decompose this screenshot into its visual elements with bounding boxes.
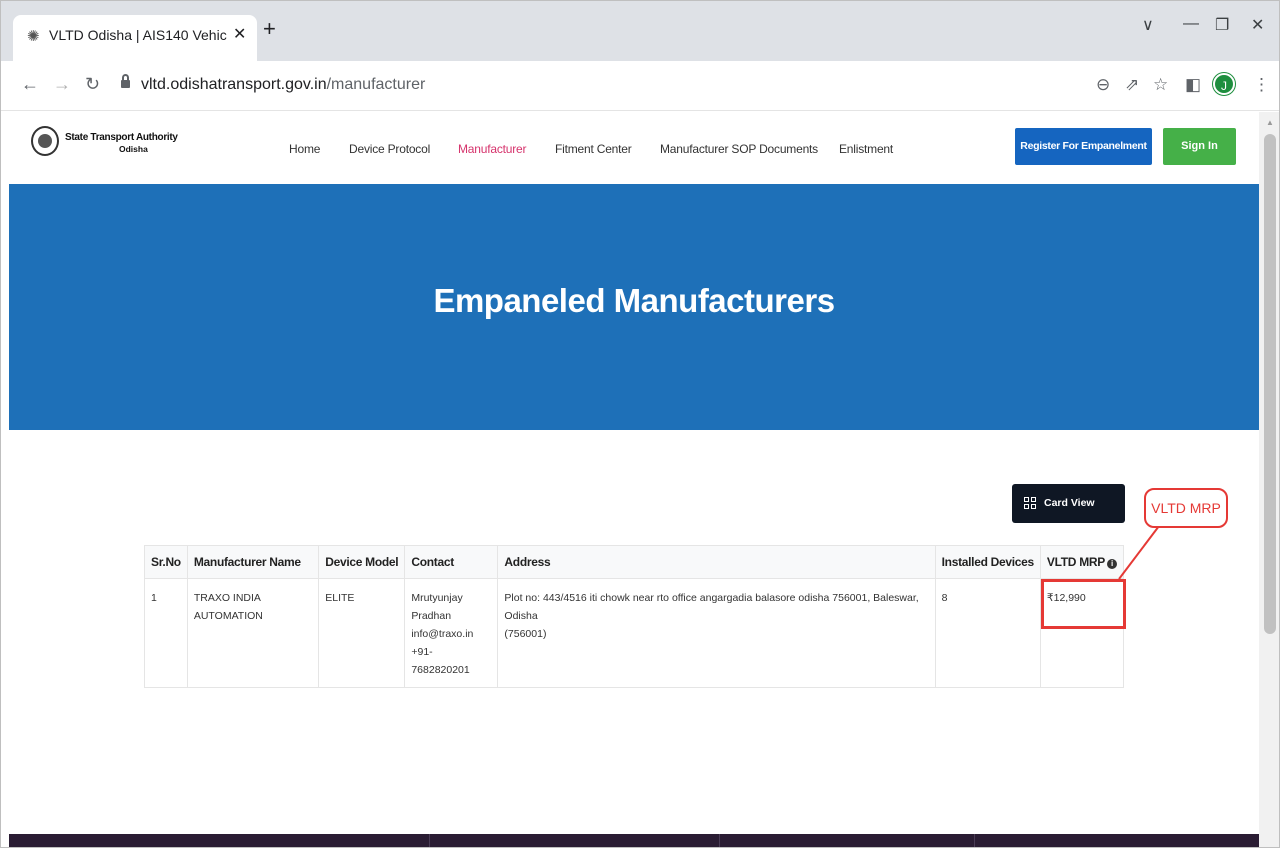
nav-home[interactable]: Home (289, 142, 320, 156)
scroll-up-icon[interactable]: ▲ (1266, 118, 1274, 127)
address-line: Plot no: 443/4516 iti chowk near rto off… (504, 592, 919, 622)
cell-sr-no: 1 (144, 578, 188, 688)
nav-fitment-center[interactable]: Fitment Center (555, 142, 632, 156)
name-line: AUTOMATION (193, 610, 263, 622)
vltd-mrp-callout: VLTD MRP (1144, 488, 1228, 528)
close-window-icon[interactable]: ✕ (1251, 15, 1264, 35)
info-icon[interactable]: i (1106, 559, 1117, 569)
card-view-label: Card View (1044, 497, 1095, 509)
browser-toolbar: ← → ↻ vltd.odishatransport.gov.in/manufa… (1, 61, 1279, 111)
hero-banner: Empaneled Manufacturers (9, 184, 1259, 430)
col-address: Address (497, 545, 936, 579)
card-view-button[interactable]: Card View (1012, 484, 1125, 523)
back-icon[interactable]: ← (21, 74, 39, 95)
side-panel-icon[interactable]: ◧ (1185, 75, 1201, 95)
col-vltd-mrp-label: VLTD MRP (1046, 555, 1105, 569)
nav-manufacturer[interactable]: Manufacturer (458, 142, 527, 156)
page-title: Empaneled Manufacturers (433, 282, 835, 319)
table-row: 1 TRAXO INDIA AUTOMATION ELITE Mrutyunja… (144, 578, 1125, 688)
zoom-icon[interactable]: ⊖ (1096, 75, 1110, 95)
restore-icon[interactable]: ❐ (1215, 15, 1229, 35)
col-sr-no: Sr.No (144, 545, 188, 579)
name-line: TRAXO INDIA (193, 592, 261, 604)
browser-tab[interactable]: ✺ VLTD Odisha | AIS140 Vehicle Sec ✕ (13, 15, 257, 61)
contact-email: info@traxo.in (411, 628, 474, 640)
url-text: vltd.odishatransport.gov.in/manufacturer (141, 76, 426, 93)
site-header: State Transport Authority Odisha Home De… (1, 112, 1259, 184)
col-contact: Contact (404, 545, 499, 579)
nav-device-protocol[interactable]: Device Protocol (349, 142, 430, 156)
register-for-empanelment-button[interactable]: Register For Empanelment (1015, 128, 1152, 165)
col-installed-devices: Installed Devices (934, 545, 1041, 579)
reload-icon[interactable]: ↻ (85, 74, 100, 95)
emblem-favicon-icon: ✺ (27, 28, 40, 45)
grid-view-icon (1024, 497, 1037, 510)
tab-title: VLTD Odisha | AIS140 Vehicle Sec (49, 27, 227, 43)
address-line: (756001) (504, 628, 547, 640)
cell-contact: Mrutyunjay Pradhan info@traxo.in +91- 76… (404, 578, 499, 688)
new-tab-icon[interactable]: + (263, 18, 276, 40)
close-tab-icon[interactable]: ✕ (233, 24, 246, 44)
page-scrollbar[interactable]: ▲ (1259, 112, 1279, 847)
address-bar[interactable]: vltd.odishatransport.gov.in/manufacturer (113, 70, 1143, 102)
cell-manufacturer-name: TRAXO INDIA AUTOMATION (186, 578, 320, 688)
contact-name-line: Mrutyunjay (411, 592, 463, 604)
logo-title[interactable]: State Transport Authority (65, 132, 178, 143)
table-header-row: Sr.No Manufacturer Name Device Model Con… (144, 545, 1125, 579)
browser-window: ✺ VLTD Odisha | AIS140 Vehicle Sec ✕ + ∨… (0, 0, 1280, 848)
manufacturers-table: Sr.No Manufacturer Name Device Model Con… (144, 545, 1125, 688)
cell-device-model: ELITE (318, 578, 406, 688)
contact-name-line: Pradhan (411, 610, 452, 622)
cell-address: Plot no: 443/4516 iti chowk near rto off… (497, 578, 936, 688)
lock-icon (121, 74, 130, 89)
bookmark-star-icon[interactable]: ☆ (1153, 75, 1168, 95)
web-page: State Transport Authority Odisha Home De… (1, 112, 1259, 847)
cell-installed-devices: 8 (934, 578, 1041, 688)
menu-kebab-icon[interactable]: ⋮ (1253, 75, 1270, 95)
logo-subtitle: Odisha (119, 144, 148, 154)
contact-phone: +91- 7682820201 (411, 646, 470, 676)
scrollbar-thumb[interactable] (1264, 134, 1276, 634)
col-vltd-mrp: VLTD MRP i (1039, 545, 1125, 579)
nav-enlistment[interactable]: Enlistment (839, 142, 893, 156)
minimize-icon[interactable]: — (1183, 15, 1199, 33)
tab-search-chevron-icon[interactable]: ∨ (1142, 15, 1154, 35)
share-icon[interactable]: ⇗ (1125, 75, 1139, 95)
col-device-model: Device Model (318, 545, 406, 579)
site-footer (9, 834, 1259, 847)
tab-bar: ✺ VLTD Odisha | AIS140 Vehicle Sec ✕ + ∨… (1, 1, 1279, 61)
mrp-highlight-box (1041, 579, 1126, 629)
sign-in-button[interactable]: Sign In (1163, 128, 1236, 165)
state-emblem-icon[interactable] (31, 126, 59, 156)
forward-icon[interactable]: → (53, 74, 71, 95)
nav-manufacturer-sop-documents[interactable]: Manufacturer SOP Documents (660, 142, 818, 156)
profile-avatar[interactable]: J (1213, 73, 1235, 95)
col-manufacturer-name: Manufacturer Name (186, 545, 320, 579)
